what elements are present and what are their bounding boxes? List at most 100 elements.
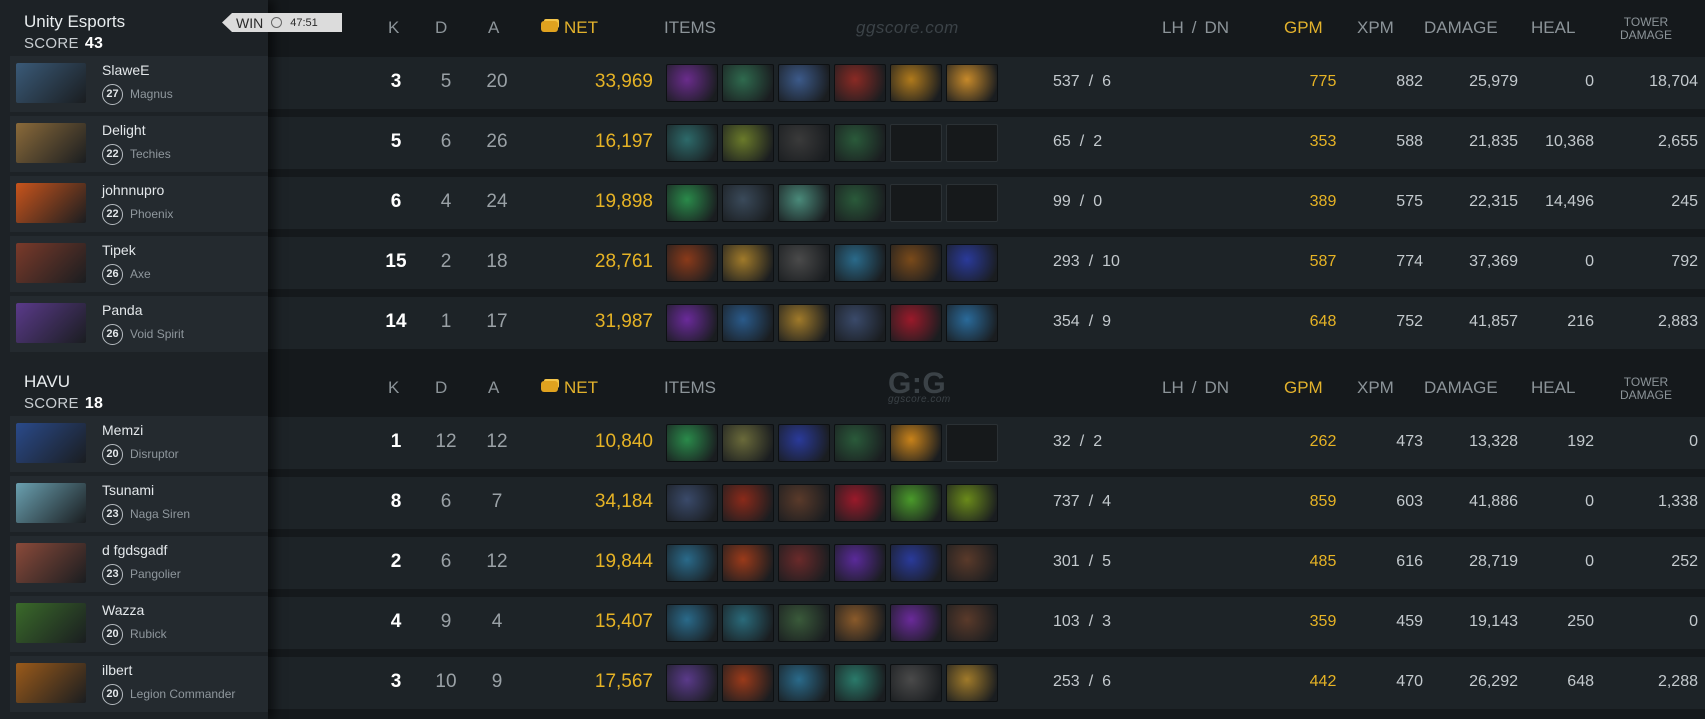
- player-card[interactable]: Tipek 26 Axe: [10, 236, 268, 292]
- item-icon[interactable]: [890, 544, 942, 582]
- item-icon[interactable]: [946, 484, 998, 522]
- item-icon[interactable]: [778, 484, 830, 522]
- hero-name: Disruptor: [130, 447, 179, 461]
- item-icon[interactable]: [834, 484, 886, 522]
- denies-value: 4: [1102, 493, 1112, 510]
- item-icon[interactable]: [666, 604, 718, 642]
- stats-header-row: K D A NET ITEMS LH / DN GPM XPM DAMAGE HEAL TOWER DAM…: [268, 9, 1705, 47]
- item-icon[interactable]: [946, 604, 998, 642]
- item-icon[interactable]: [946, 64, 998, 102]
- player-card[interactable]: Tsunami 23 Naga Siren: [10, 476, 268, 532]
- item-icon[interactable]: [834, 304, 886, 342]
- item-icon[interactable]: [778, 304, 830, 342]
- player-name: d fgdsgadf: [102, 542, 168, 558]
- player-card[interactable]: ilbert 20 Legion Commander: [10, 656, 268, 712]
- item-icon[interactable]: [778, 424, 830, 462]
- item-icon[interactable]: [666, 184, 718, 222]
- last-hits-denies: 253 / 6: [1053, 673, 1203, 691]
- item-icon[interactable]: [834, 124, 886, 162]
- team-score-label: SCORE: [24, 395, 79, 412]
- item-icon[interactable]: [722, 424, 774, 462]
- item-icon[interactable]: [722, 304, 774, 342]
- hero-name: Phoenix: [130, 207, 174, 221]
- item-icon[interactable]: [890, 244, 942, 282]
- kills-value: 4: [390, 611, 402, 632]
- gpm-value: 359: [1309, 613, 1337, 630]
- player-name: Panda: [102, 302, 143, 318]
- item-icon[interactable]: [890, 484, 942, 522]
- header-net: NET: [541, 18, 598, 38]
- item-icon[interactable]: [778, 184, 830, 222]
- item-icon[interactable]: [666, 484, 718, 522]
- item-icon[interactable]: [890, 64, 942, 102]
- player-card[interactable]: Wazza 20 Rubick: [10, 596, 268, 652]
- item-icon[interactable]: [722, 184, 774, 222]
- item-icon[interactable]: [722, 664, 774, 702]
- item-icon[interactable]: [890, 604, 942, 642]
- header-dn: DN: [1204, 18, 1230, 37]
- item-icon[interactable]: [834, 604, 886, 642]
- item-icon[interactable]: [722, 604, 774, 642]
- header-deaths: D: [435, 378, 448, 397]
- item-icon[interactable]: [890, 424, 942, 462]
- item-icon[interactable]: [666, 64, 718, 102]
- denies-value: 6: [1102, 673, 1112, 690]
- item-icon[interactable]: [778, 124, 830, 162]
- lh-dn-separator: /: [1088, 493, 1094, 510]
- item-icon[interactable]: [722, 244, 774, 282]
- empty-item-slot: [890, 124, 942, 162]
- player-card[interactable]: Panda 26 Void Spirit: [10, 296, 268, 352]
- item-icon[interactable]: [946, 304, 998, 342]
- net-worth-value: 10,840: [594, 431, 653, 452]
- player-stats-row: 3 10 9 17,567 253 / 6 442 470 26,292 648 2,288: [268, 657, 1705, 709]
- item-icon[interactable]: [778, 604, 830, 642]
- item-icon[interactable]: [834, 664, 886, 702]
- item-icon[interactable]: [722, 544, 774, 582]
- item-icon[interactable]: [890, 304, 942, 342]
- player-card[interactable]: Memzi 20 Disruptor: [10, 416, 268, 472]
- player-card[interactable]: SlaweE 27 Magnus: [10, 56, 268, 112]
- match-duration: 47:51: [290, 16, 318, 29]
- item-icon[interactable]: [834, 424, 886, 462]
- damage-value: 19,143: [1469, 613, 1518, 630]
- item-icon[interactable]: [778, 64, 830, 102]
- item-icon[interactable]: [666, 304, 718, 342]
- xpm-value: 473: [1396, 433, 1423, 450]
- item-icon[interactable]: [666, 664, 718, 702]
- item-icon[interactable]: [778, 664, 830, 702]
- item-icon[interactable]: [666, 424, 718, 462]
- last-hits-value: 301: [1053, 553, 1080, 570]
- player-name: Memzi: [102, 422, 144, 438]
- header-kills: K: [388, 18, 400, 37]
- item-icon[interactable]: [834, 544, 886, 582]
- item-icon[interactable]: [946, 664, 998, 702]
- item-icon[interactable]: [834, 64, 886, 102]
- item-icon[interactable]: [722, 124, 774, 162]
- gpm-value: 775: [1309, 73, 1337, 90]
- item-icon[interactable]: [722, 64, 774, 102]
- item-icon[interactable]: [722, 484, 774, 522]
- item-icon[interactable]: [666, 124, 718, 162]
- header-tower-damage: TOWER DAMAGE: [1611, 16, 1681, 42]
- xpm-value: 470: [1396, 673, 1423, 690]
- item-icon[interactable]: [778, 544, 830, 582]
- xpm-value: 603: [1396, 493, 1423, 510]
- item-icon[interactable]: [946, 244, 998, 282]
- item-icon[interactable]: [778, 244, 830, 282]
- item-icon[interactable]: [946, 544, 998, 582]
- item-icon[interactable]: [666, 244, 718, 282]
- header-dn: DN: [1204, 378, 1230, 397]
- item-icon[interactable]: [834, 244, 886, 282]
- player-card[interactable]: johnnupro 22 Phoenix: [10, 176, 268, 232]
- item-icon[interactable]: [834, 184, 886, 222]
- hero-name: Legion Commander: [130, 687, 236, 701]
- tower-damage-value: 2,655: [1657, 133, 1698, 150]
- player-card[interactable]: d fgdsgadf 23 Pangolier: [10, 536, 268, 592]
- item-icon[interactable]: [890, 664, 942, 702]
- gold-icon: [541, 21, 558, 32]
- item-icon[interactable]: [666, 544, 718, 582]
- xpm-value: 588: [1396, 133, 1423, 150]
- player-stats-row: 5 6 26 16,197 65 / 2 353 588 21,835 10,368 2,655: [268, 117, 1705, 169]
- player-card[interactable]: Delight 22 Techies: [10, 116, 268, 172]
- net-worth-value: 19,844: [594, 551, 653, 572]
